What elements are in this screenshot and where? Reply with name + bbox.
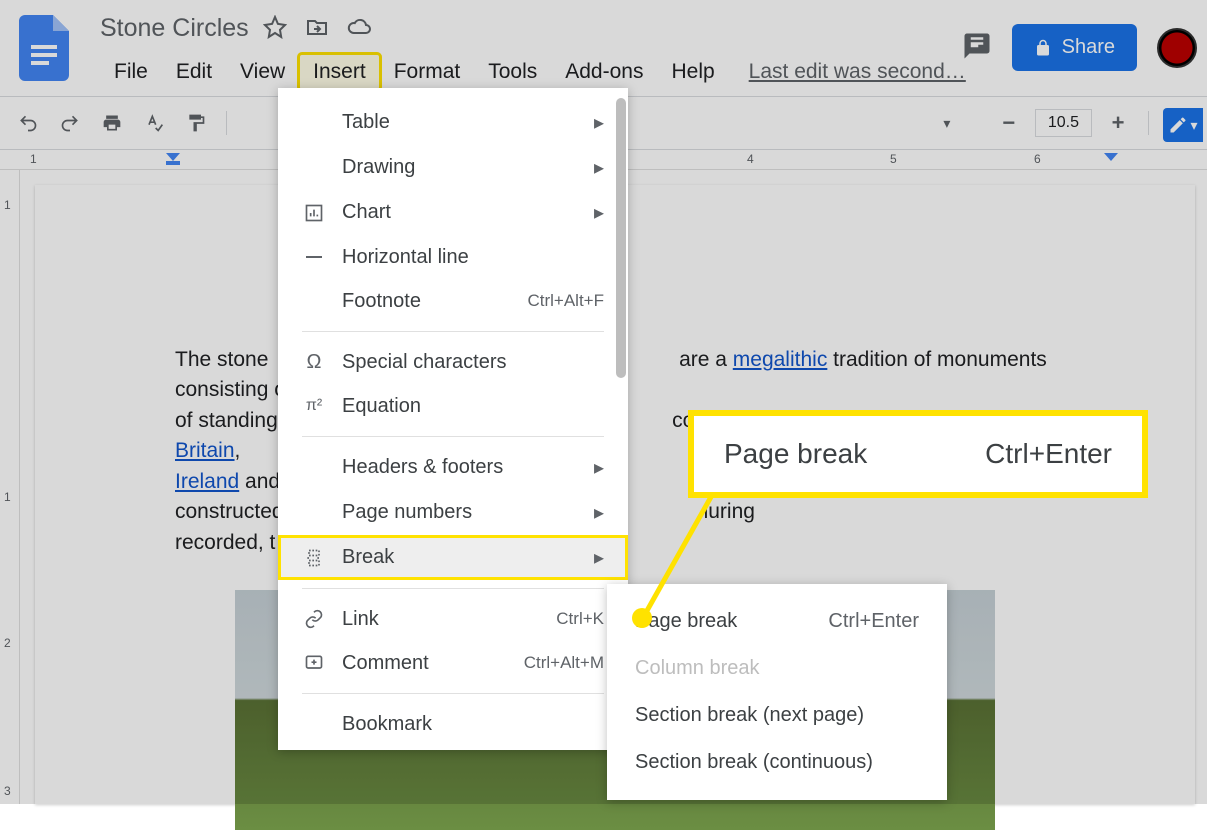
pi-icon: π²	[302, 394, 326, 418]
ruler-left-indent-icon[interactable]	[166, 153, 180, 170]
toolbar-separator	[226, 111, 227, 135]
comments-icon[interactable]	[962, 31, 992, 64]
chevron-right-icon: ▸	[594, 500, 604, 525]
menu-view[interactable]: View	[226, 54, 299, 90]
ruler-tick: 6	[1034, 152, 1041, 166]
insert-menu-dropdown: Table▸ Drawing▸ Chart▸ Horizontal line F…	[278, 88, 628, 750]
editing-mode-button[interactable]: ▾	[1163, 108, 1203, 142]
ruler-tick: 3	[4, 784, 11, 798]
paint-format-button[interactable]	[180, 107, 212, 139]
menu-edit[interactable]: Edit	[162, 54, 226, 90]
link-ireland[interactable]: Ireland	[175, 470, 239, 493]
chevron-right-icon: ▸	[594, 545, 604, 570]
menu-format[interactable]: Format	[380, 54, 475, 90]
callout-page-break: Page break Ctrl+Enter	[688, 410, 1148, 498]
ruler-tick: 5	[890, 152, 897, 166]
insert-link[interactable]: LinkCtrl+K	[278, 597, 628, 641]
ruler-tick: 1	[4, 490, 11, 504]
link-britain[interactable]: Britain	[175, 439, 235, 462]
insert-footnote[interactable]: FootnoteCtrl+Alt+F	[278, 279, 628, 323]
menu-separator	[302, 436, 604, 437]
menubar: File Edit View Insert Format Tools Add-o…	[100, 54, 966, 90]
redo-button[interactable]	[54, 107, 86, 139]
menu-separator	[302, 693, 604, 694]
hline-icon	[302, 245, 326, 269]
share-button[interactable]: Share	[1012, 24, 1137, 71]
menu-help[interactable]: Help	[657, 54, 728, 90]
increase-font-button[interactable]: +	[1102, 107, 1134, 139]
ruler-tick: 2	[4, 636, 11, 650]
ruler-tick: 1	[4, 198, 11, 212]
chevron-right-icon: ▸	[594, 455, 604, 480]
docs-logo[interactable]	[4, 8, 84, 88]
submenu-section-break-next[interactable]: Section break (next page)	[607, 692, 947, 739]
menu-file[interactable]: File	[100, 54, 162, 90]
chevron-right-icon: ▸	[594, 155, 604, 180]
insert-horizontal-line[interactable]: Horizontal line	[278, 235, 628, 279]
ruler-right-indent-icon[interactable]	[1104, 153, 1118, 170]
chart-icon	[302, 201, 326, 225]
chevron-right-icon: ▸	[594, 200, 604, 225]
titlebar: Stone Circles	[100, 14, 371, 43]
insert-page-numbers[interactable]: Page numbers▸	[278, 490, 628, 535]
ruler-tick: 1	[30, 152, 37, 166]
callout-dot-icon	[632, 608, 652, 628]
share-label: Share	[1062, 36, 1115, 59]
callout-connector-line	[636, 488, 736, 628]
decrease-font-button[interactable]: −	[993, 107, 1025, 139]
lock-icon	[1034, 39, 1052, 57]
spellcheck-button[interactable]	[138, 107, 170, 139]
chevron-right-icon: ▸	[594, 110, 604, 135]
star-icon[interactable]	[263, 15, 287, 42]
comment-icon	[302, 651, 326, 675]
link-icon	[302, 607, 326, 631]
top-right-controls: Share	[962, 24, 1197, 71]
document-title[interactable]: Stone Circles	[100, 14, 249, 43]
dropdown-arrow-icon[interactable]: ▾	[931, 107, 963, 139]
insert-table[interactable]: Table▸	[278, 100, 628, 145]
insert-headers-footers[interactable]: Headers & footers▸	[278, 445, 628, 490]
undo-button[interactable]	[12, 107, 44, 139]
account-avatar[interactable]	[1157, 28, 1197, 68]
menu-tools[interactable]: Tools	[474, 54, 551, 90]
insert-bookmark[interactable]: Bookmark	[278, 702, 628, 738]
move-icon[interactable]	[305, 15, 329, 42]
menu-separator	[302, 331, 604, 332]
edit-status[interactable]: Last edit was second…	[749, 60, 966, 84]
menu-separator	[302, 588, 604, 589]
break-icon	[302, 546, 326, 570]
print-button[interactable]	[96, 107, 128, 139]
insert-break[interactable]: Break▸	[278, 535, 628, 580]
insert-comment[interactable]: CommentCtrl+Alt+M	[278, 641, 628, 685]
menu-addons[interactable]: Add-ons	[551, 54, 657, 90]
omega-icon: Ω	[302, 350, 326, 374]
callout-shortcut: Ctrl+Enter	[985, 438, 1112, 470]
submenu-column-break: Column break	[607, 645, 947, 692]
insert-special-characters[interactable]: ΩSpecial characters	[278, 340, 628, 384]
insert-chart[interactable]: Chart▸	[278, 190, 628, 235]
submenu-section-break-continuous[interactable]: Section break (continuous)	[607, 739, 947, 786]
ruler-tick: 4	[747, 152, 754, 166]
vertical-ruler[interactable]: 1 1 2 3	[0, 170, 20, 804]
link-megalithic[interactable]: megalithic	[733, 348, 828, 371]
font-size-input[interactable]: 10.5	[1035, 109, 1092, 137]
insert-drawing[interactable]: Drawing▸	[278, 145, 628, 190]
insert-equation[interactable]: π²Equation	[278, 384, 628, 428]
callout-label: Page break	[724, 438, 867, 470]
cloud-icon[interactable]	[347, 15, 371, 42]
menu-insert[interactable]: Insert	[299, 54, 380, 90]
toolbar-separator	[1148, 111, 1149, 135]
